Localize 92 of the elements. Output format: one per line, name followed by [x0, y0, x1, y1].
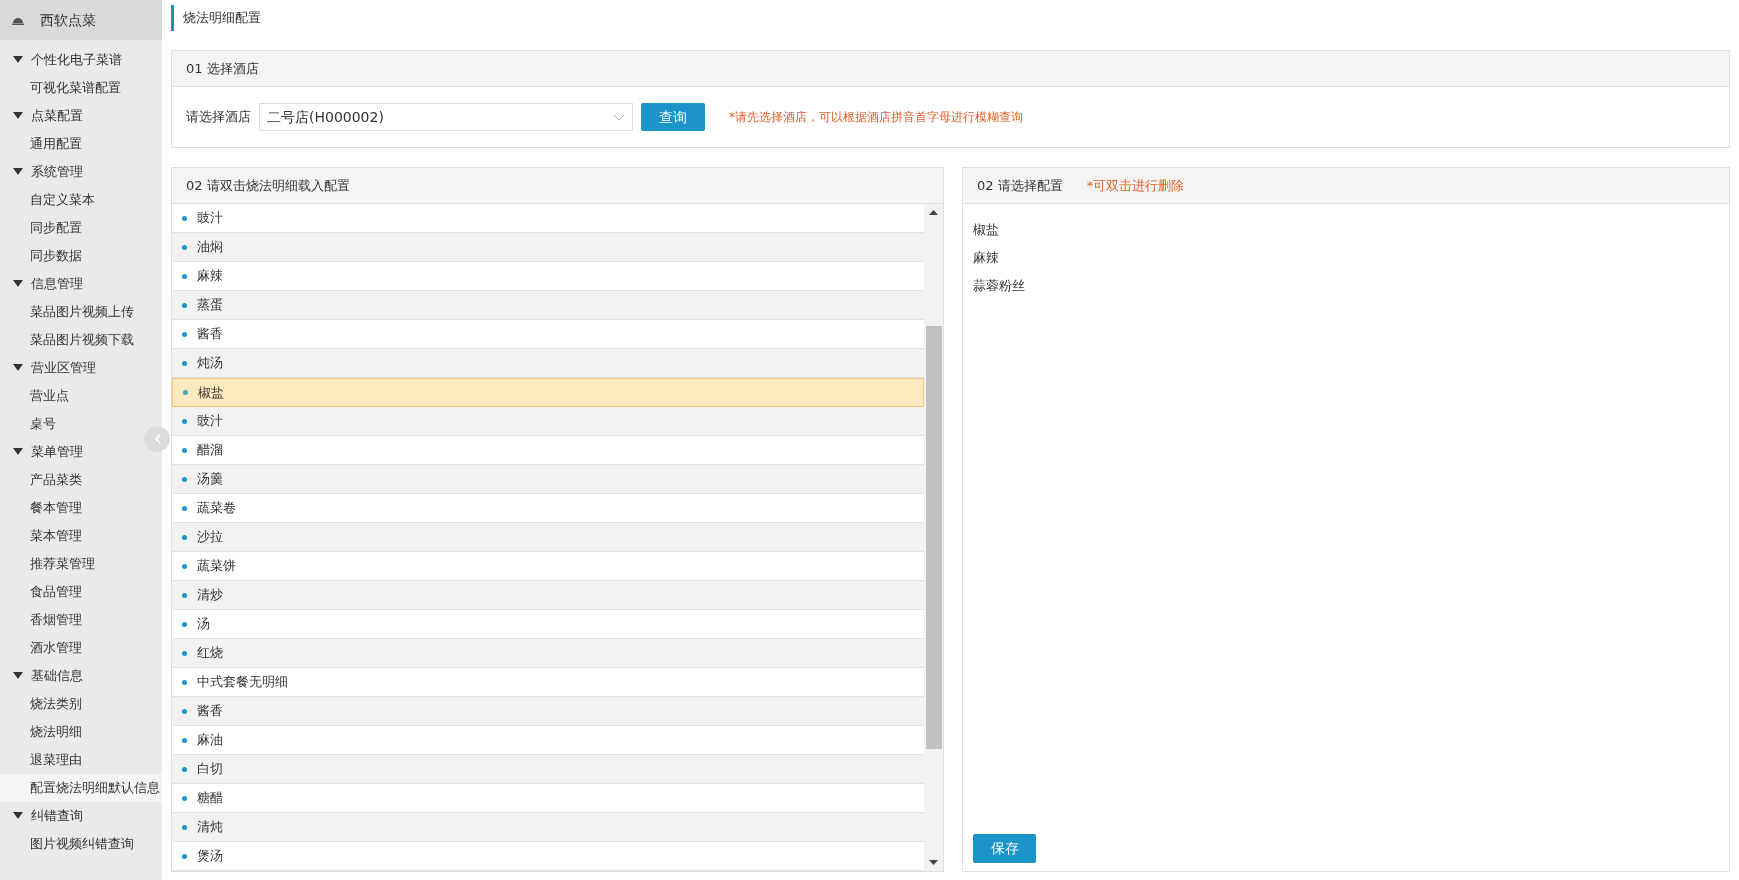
hotel-select[interactable]: 二号店(H000002)	[259, 103, 633, 131]
caret-icon	[13, 168, 23, 176]
menu-item[interactable]: 酒水管理	[0, 634, 86, 662]
bullet-icon	[183, 390, 188, 395]
menu-group[interactable]: 营业区管理	[0, 354, 100, 382]
menu-item[interactable]: 自定义菜本	[0, 186, 99, 214]
panel-title: 02 请选择配置	[977, 176, 1063, 195]
list-item[interactable]: 红烧	[172, 639, 924, 668]
bullet-icon	[182, 302, 187, 308]
list-item[interactable]: 清炒	[172, 581, 924, 610]
list-item[interactable]: 汤羹	[172, 465, 924, 494]
menu-item[interactable]: 营业点	[0, 382, 73, 410]
menu-item[interactable]: 香烟管理	[0, 606, 86, 634]
bullet-icon	[182, 708, 187, 714]
caret-icon	[13, 672, 23, 680]
menu-item[interactable]: 同步数据	[0, 242, 86, 270]
page-title: 烧法明细配置	[171, 5, 261, 31]
menu-item[interactable]: 配置烧法明细默认信息	[0, 774, 162, 802]
caret-icon	[13, 280, 23, 288]
menu-item[interactable]: 餐本管理	[0, 494, 86, 522]
menu-item[interactable]: 菜品图片视频上传	[0, 298, 138, 326]
bullet-icon	[182, 766, 187, 772]
dome-icon	[12, 15, 24, 25]
bullet-icon	[182, 737, 187, 743]
panel-title: 02 请双击烧法明细载入配置	[186, 176, 350, 195]
caret-icon	[13, 112, 23, 120]
menu-group[interactable]: 系统管理	[0, 158, 87, 186]
menu-item[interactable]: 菜本管理	[0, 522, 86, 550]
config-item[interactable]: 麻辣	[973, 244, 1719, 272]
menu-item[interactable]: 烧法明细	[0, 718, 86, 746]
arrow-up-icon	[929, 210, 938, 215]
menu-group[interactable]: 纠错查询	[0, 802, 87, 830]
hint-text: *请先选择酒店，可以根据酒店拼音首字母进行模糊查询	[729, 109, 1023, 126]
list-item[interactable]: 油焖	[172, 233, 924, 262]
menu-item[interactable]: 可视化菜谱配置	[0, 74, 125, 102]
bullet-icon	[182, 360, 187, 366]
bullet-icon	[182, 650, 187, 656]
menu-item[interactable]: 桌号	[0, 410, 60, 438]
bullet-icon	[182, 244, 187, 250]
bullet-icon	[182, 853, 187, 859]
menu-item[interactable]: 同步配置	[0, 214, 86, 242]
menu-item[interactable]: 烧法类别	[0, 690, 86, 718]
bullet-icon	[182, 418, 187, 424]
list-item[interactable]: 酱香	[172, 697, 924, 726]
menu-group[interactable]: 菜单管理	[0, 438, 87, 466]
caret-icon	[13, 364, 23, 372]
config-item[interactable]: 椒盐	[973, 216, 1719, 244]
menu-item[interactable]: 图片视频纠错查询	[0, 830, 138, 858]
app-title: 西软点菜	[40, 10, 96, 30]
bullet-icon	[182, 215, 187, 221]
menu-item[interactable]: 退菜理由	[0, 746, 86, 774]
hint-text: *可双击进行删除	[1086, 176, 1185, 195]
menu-item[interactable]: 食品管理	[0, 578, 86, 606]
bullet-icon	[182, 621, 187, 627]
list-item[interactable]: 蒸蛋	[172, 291, 924, 320]
bullet-icon	[182, 592, 187, 598]
caret-icon	[13, 56, 23, 64]
menu-group[interactable]: 基础信息	[0, 662, 87, 690]
menu-item[interactable]: 推荐菜管理	[0, 550, 99, 578]
bullet-icon	[182, 824, 187, 830]
list-item[interactable]: 清炖	[172, 813, 924, 842]
chevron-down-icon	[613, 113, 625, 121]
list-item[interactable]: 沙拉	[172, 523, 924, 552]
config-item[interactable]: 蒜蓉粉丝	[973, 272, 1719, 300]
caret-icon	[13, 448, 23, 456]
list-item[interactable]: 豉汁	[172, 407, 924, 436]
bullet-icon	[182, 534, 187, 540]
menu-group[interactable]: 信息管理	[0, 270, 87, 298]
bullet-icon	[182, 476, 187, 482]
scrollbar[interactable]	[924, 204, 943, 871]
menu-item[interactable]: 产品菜类	[0, 466, 86, 494]
bullet-icon	[182, 447, 187, 453]
bullet-icon	[182, 331, 187, 337]
caret-icon	[13, 812, 23, 820]
menu-group[interactable]: 点菜配置	[0, 102, 87, 130]
list-item[interactable]: 炖汤	[172, 349, 924, 378]
bullet-icon	[182, 505, 187, 511]
arrow-down-icon	[929, 860, 938, 865]
chevron-left-icon	[153, 434, 161, 444]
list-item[interactable]: 椒盐	[172, 378, 924, 407]
menu-item[interactable]: 菜品图片视频下载	[0, 326, 138, 354]
bullet-icon	[182, 273, 187, 279]
collapse-handle[interactable]	[144, 426, 170, 452]
panel-title: 01 选择酒店	[186, 59, 259, 78]
bullet-icon	[182, 679, 187, 685]
menu-group[interactable]: 个性化电子菜谱	[0, 46, 126, 74]
bullet-icon	[182, 563, 187, 569]
scrollbar-thumb[interactable]	[925, 326, 942, 749]
menu-item[interactable]: 通用配置	[0, 130, 86, 158]
list-item[interactable]: 白切	[172, 755, 924, 784]
bullet-icon	[182, 795, 187, 801]
field-label: 请选择酒店	[186, 108, 251, 127]
